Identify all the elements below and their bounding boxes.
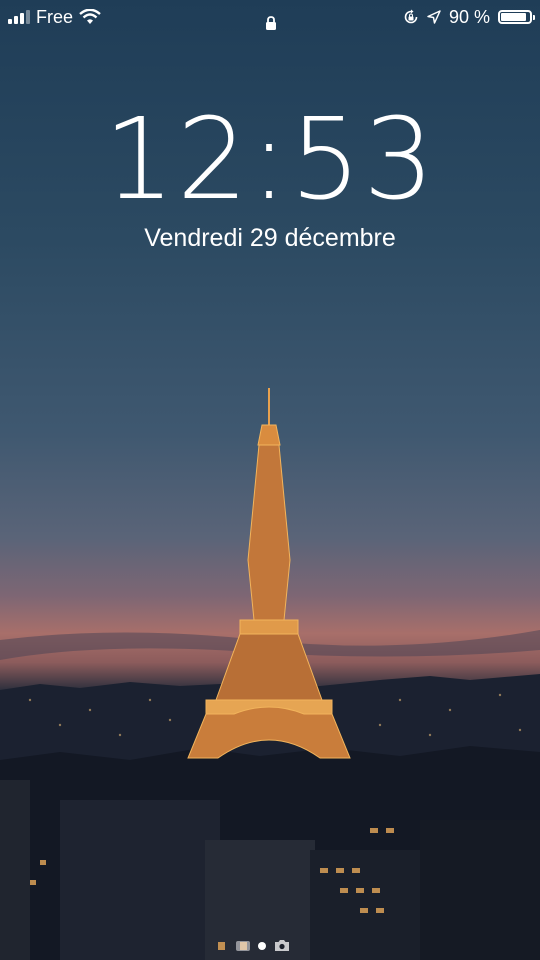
home-page-dot[interactable] [258,941,266,950]
lock-screen-date: Vendredi 29 décembre [144,224,396,252]
lock-screen-time: 12:53 [103,95,437,225]
battery-percent: 90 % [448,7,490,27]
location-icon [427,10,441,24]
widget-page-dot[interactable] [236,940,250,951]
page-indicator[interactable] [236,939,290,952]
signal-icon [8,10,30,24]
lock-icon [266,16,276,30]
eiffel-tower [187,388,351,759]
battery-icon [498,10,535,24]
rotation-lock-icon [404,9,418,24]
battery-fill [501,13,526,21]
camera-icon[interactable] [274,939,290,952]
carrier-name: Free [36,7,74,27]
wifi-icon [79,9,101,24]
status-bar: Free 90 % [0,0,540,34]
